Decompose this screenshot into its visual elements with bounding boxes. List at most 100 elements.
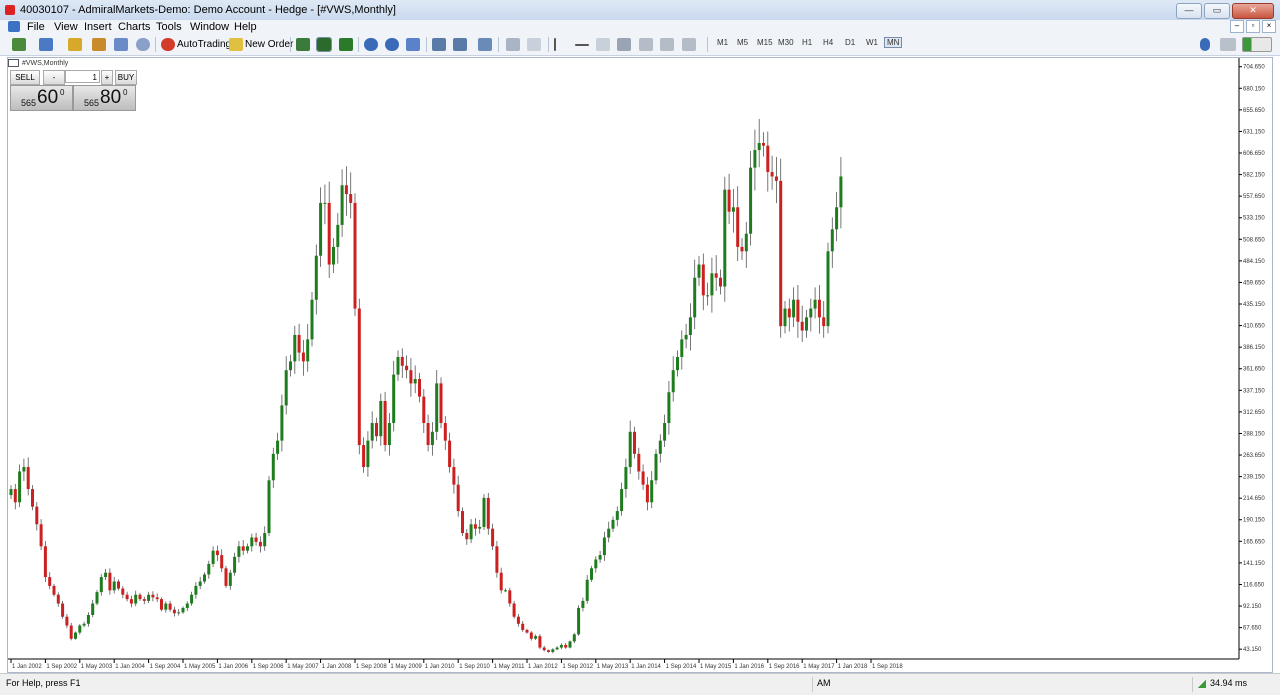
minimize-button[interactable]: — <box>1176 3 1202 19</box>
one-click-trading-panel: SELL - 1 + BUY 565 60 0 565 80 0 <box>10 70 137 111</box>
crosshair-icon[interactable] <box>527 38 541 51</box>
ask-price-box[interactable]: 565 80 0 <box>73 85 136 111</box>
price-tick-label: 239.150 <box>1243 475 1265 481</box>
mdi-close-button[interactable]: × <box>1262 20 1276 33</box>
candle-body <box>620 489 624 512</box>
bar-chart-icon[interactable] <box>296 38 310 51</box>
candle-body <box>121 588 125 595</box>
quantity-increase-button[interactable]: + <box>101 70 113 85</box>
new-chart-icon[interactable] <box>12 38 26 51</box>
menu-view[interactable]: View <box>54 21 78 33</box>
autotrading-button[interactable]: AutoTrading <box>161 37 231 52</box>
candle-body <box>31 489 34 507</box>
menu-window[interactable]: Window <box>190 21 229 33</box>
candle-body <box>719 277 722 287</box>
fibonacci-icon[interactable] <box>639 38 653 51</box>
signals-icon[interactable] <box>136 38 150 51</box>
trendline-icon[interactable] <box>596 38 610 51</box>
cursor-icon[interactable] <box>506 38 520 51</box>
auto-scroll-icon[interactable] <box>432 38 446 51</box>
candle-body <box>289 361 292 371</box>
candle-body <box>633 431 636 454</box>
chat-icon[interactable] <box>1220 38 1236 51</box>
channel-icon[interactable] <box>617 38 631 51</box>
price-tick-label: 606.650 <box>1243 151 1265 157</box>
menu-insert[interactable]: Insert <box>84 21 112 33</box>
time-tick-label: 1 May 2015 <box>700 664 732 670</box>
candle-body <box>323 202 327 204</box>
timeframe-m15[interactable]: M15 <box>757 38 773 47</box>
maximize-button[interactable]: ▭ <box>1204 3 1230 19</box>
candle-body <box>770 172 774 177</box>
timeframe-d1[interactable]: D1 <box>845 38 855 47</box>
candle-body <box>684 334 688 340</box>
menu-bar: File View Insert Charts Tools Window Hel… <box>0 20 1280 34</box>
buy-button[interactable]: BUY <box>115 70 137 85</box>
zoom-out-icon[interactable] <box>385 38 399 51</box>
candle-body <box>284 370 288 406</box>
chart-window[interactable]: 704.650 680.150 655.650 631.150 606.650 582.1… <box>7 57 1273 673</box>
navigator-icon[interactable] <box>92 38 106 51</box>
candle-body <box>667 392 671 424</box>
time-tick-label: 1 May 2005 <box>184 664 216 670</box>
timeframe-m30[interactable]: M30 <box>778 38 794 47</box>
menu-help[interactable]: Help <box>234 21 257 33</box>
candle-body <box>194 585 198 595</box>
candle-body <box>547 650 550 652</box>
candle-body <box>52 585 56 595</box>
search-icon[interactable] <box>1200 38 1210 51</box>
candle-body <box>701 264 705 296</box>
new-order-button[interactable]: New Order <box>229 37 293 52</box>
timeframe-m5[interactable]: M5 <box>737 38 748 47</box>
line-chart-icon[interactable] <box>339 38 353 51</box>
vertical-line-icon[interactable] <box>554 38 556 51</box>
status-session: AM <box>817 678 831 688</box>
candle-body <box>641 471 645 485</box>
tile-windows-icon[interactable] <box>406 38 420 51</box>
timeframe-w1[interactable]: W1 <box>866 38 878 47</box>
timeframe-mn[interactable]: MN <box>884 37 903 48</box>
bid-price-box[interactable]: 565 60 0 <box>10 85 73 111</box>
horizontal-line-icon[interactable] <box>575 43 589 46</box>
quantity-decrease-button[interactable]: - <box>43 70 65 85</box>
candle-body <box>207 563 211 575</box>
indicators-icon[interactable] <box>478 38 492 51</box>
candle-body <box>516 616 520 624</box>
candle-body <box>134 594 138 604</box>
profiles-icon[interactable] <box>39 38 53 51</box>
chart-window-icon[interactable] <box>8 21 20 32</box>
menu-charts[interactable]: Charts <box>118 21 150 33</box>
timeframe-m1[interactable]: M1 <box>717 38 728 47</box>
terminal-icon[interactable] <box>114 38 128 51</box>
autotrading-icon <box>161 38 175 51</box>
candle-body <box>263 533 267 547</box>
arrows-icon[interactable] <box>682 38 696 51</box>
candle-body <box>572 634 576 642</box>
time-tick-label: 1 Sep 2018 <box>872 664 903 670</box>
bid-price-main: 60 <box>37 87 59 108</box>
mdi-restore-button[interactable]: ▫ <box>1246 20 1260 33</box>
mdi-minimize-button[interactable]: – <box>1230 20 1244 33</box>
candle-body <box>422 396 426 424</box>
status-help-text: For Help, press F1 <box>6 678 81 688</box>
price-chart[interactable]: 704.650 680.150 655.650 631.150 606.650 582.1… <box>8 58 1272 672</box>
menu-tools[interactable]: Tools <box>156 21 182 33</box>
market-watch-icon[interactable] <box>68 38 82 51</box>
candle-body <box>555 647 559 650</box>
close-button[interactable]: ✕ <box>1232 3 1274 19</box>
timeframe-h4[interactable]: H4 <box>823 38 833 47</box>
candlestick-icon[interactable] <box>316 37 332 52</box>
text-icon[interactable] <box>660 38 674 51</box>
candle-body <box>774 176 778 181</box>
timeframe-h1[interactable]: H1 <box>802 38 812 47</box>
time-tick-label: 1 May 2009 <box>390 664 422 670</box>
menu-file[interactable]: File <box>27 21 45 33</box>
zoom-in-icon[interactable] <box>364 38 378 51</box>
quantity-input[interactable]: 1 <box>65 70 100 83</box>
candle-body <box>190 594 194 604</box>
chart-title: #VWS,Monthly <box>8 59 68 67</box>
sell-button[interactable]: SELL <box>10 70 40 85</box>
candle-body <box>155 597 159 600</box>
candle-body <box>241 546 245 551</box>
chart-shift-icon[interactable] <box>453 38 467 51</box>
